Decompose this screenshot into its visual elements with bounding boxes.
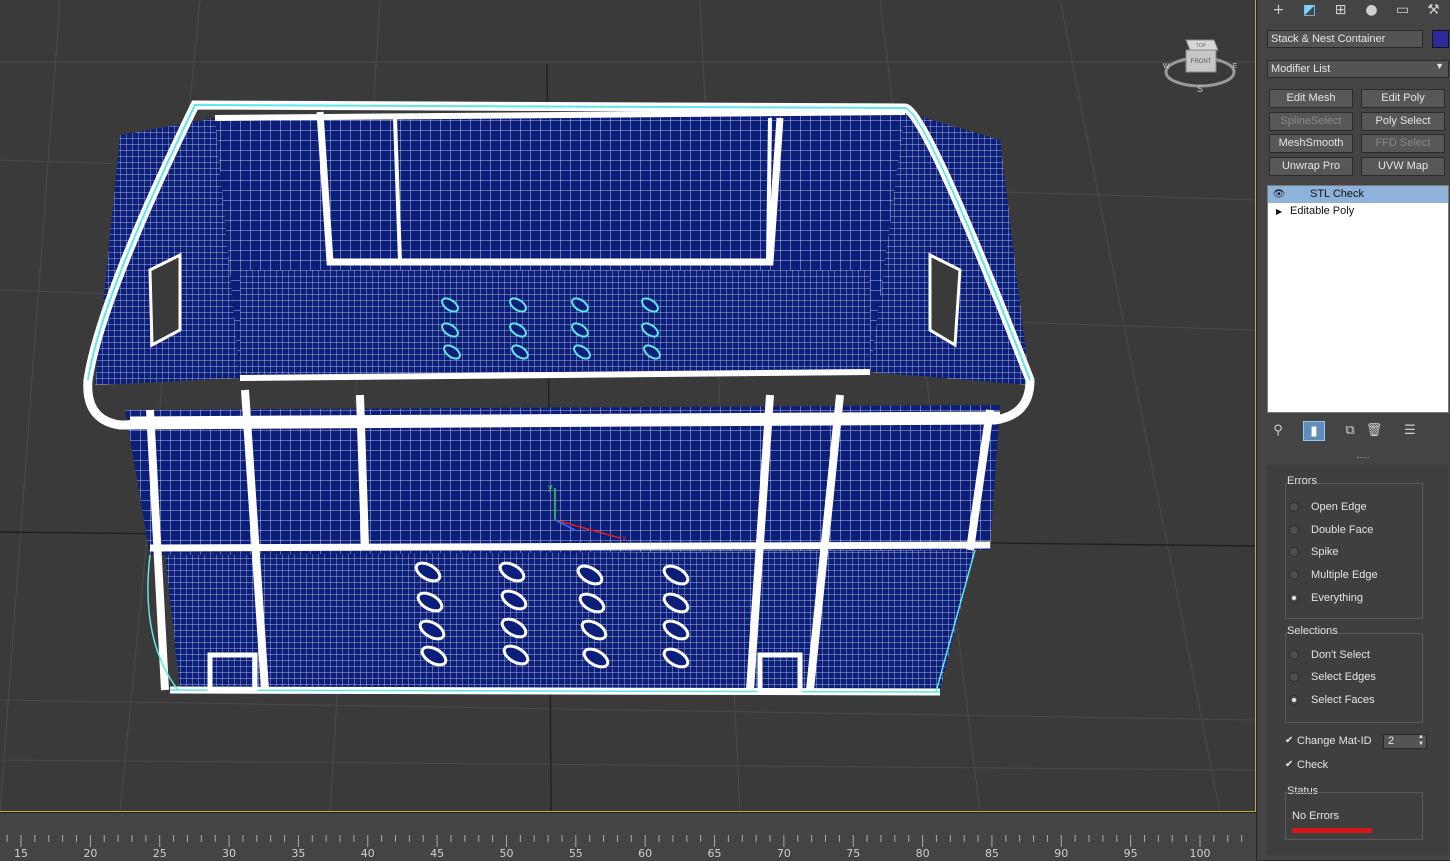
radio-button[interactable] <box>1289 525 1299 535</box>
stack-toolbar: ⚲ ▮ ⧉ 🗑 ☰ <box>1267 420 1449 442</box>
ruler-tick-label: 40 <box>360 847 375 860</box>
radio-button[interactable] <box>1289 695 1299 705</box>
checkmark-icon[interactable]: ✔ <box>1285 760 1295 770</box>
status-text: No Errors <box>1292 810 1340 822</box>
dropdown-arrow-icon: ▼ <box>1435 61 1444 71</box>
modifier-list-dropdown[interactable]: Modifier List ▼ <box>1267 60 1449 78</box>
selections-title: Selections <box>1287 625 1338 637</box>
viewport-scene: y x TOP FRONT W E S <box>0 0 1255 811</box>
viewcube-top-label: TOP <box>1196 43 1207 49</box>
ruler-tick-label: 20 <box>83 847 98 860</box>
radio-button[interactable] <box>1289 672 1299 682</box>
stack-item-label: STL Check <box>1310 188 1365 200</box>
spline-select-button[interactable]: SplineSelect <box>1269 112 1353 131</box>
command-panel-tabs: + ◩ ⊞ ● ▭ ⚒ <box>1263 0 1449 22</box>
spinner-arrows-icon[interactable]: ▲ ▼ <box>1418 734 1424 748</box>
create-icon[interactable]: + <box>1263 0 1294 20</box>
meshsmooth-button[interactable]: MeshSmooth <box>1269 134 1353 153</box>
viewcube-front-label: FRONT <box>1191 59 1212 65</box>
perspective-viewport[interactable]: y x TOP FRONT W E S <box>0 0 1256 812</box>
utilities-icon[interactable]: ⚒ <box>1418 0 1449 20</box>
stack-item-label: Editable Poly <box>1290 205 1355 217</box>
ruler-tick-label: 90 <box>1054 847 1069 860</box>
ruler-tick-label: 25 <box>152 847 167 860</box>
ruler-tick-label: 45 <box>430 847 445 860</box>
ruler-tick-label: 85 <box>984 847 999 860</box>
object-name-field[interactable]: Stack & Nest Container <box>1267 30 1423 48</box>
ruler-tick-label: 55 <box>568 847 583 860</box>
modifier-active-icon[interactable]: ▮ <box>1303 421 1325 441</box>
uvw-map-button[interactable]: UVW Map <box>1361 157 1445 176</box>
ruler-tick-label: 50 <box>499 847 514 860</box>
svg-text:x: x <box>622 533 627 543</box>
ruler-tick-label: 100 <box>1189 847 1211 860</box>
viewcube-east-label: E <box>1233 63 1238 70</box>
ruler-tick-label: 95 <box>1123 847 1138 860</box>
stack-item-editable-poly[interactable]: ▶ Editable Poly <box>1268 203 1448 220</box>
ruler-tick-label: 75 <box>846 847 861 860</box>
make-unique-icon[interactable]: ⧉ <box>1339 421 1361 441</box>
status-bar <box>1292 828 1372 833</box>
modifier-stack[interactable]: 👁 STL Check ▶ Editable Poly <box>1267 185 1449 413</box>
stack-item-stl-check[interactable]: 👁 STL Check <box>1268 186 1448 203</box>
radio-button[interactable] <box>1289 502 1299 512</box>
stl-check-rollout: Errors Open Edge Double Face Spike Multi… <box>1267 465 1449 855</box>
radio-button[interactable] <box>1289 547 1299 557</box>
expand-triangle-icon[interactable]: ▶ <box>1276 203 1282 220</box>
mat-id-value: 2 <box>1388 735 1395 747</box>
viewcube-west-label: W <box>1163 63 1170 70</box>
edit-mesh-button[interactable]: Edit Mesh <box>1269 89 1353 108</box>
ruler-tick-label: 65 <box>707 847 722 860</box>
rollout-grip[interactable] <box>1357 457 1369 461</box>
mat-id-spinner[interactable]: 2 ▲ ▼ <box>1383 734 1427 749</box>
errors-title: Errors <box>1287 475 1317 487</box>
checkmark-icon[interactable]: ✔ <box>1285 736 1295 746</box>
timeline-ruler[interactable]: 15 20 25 30 35 40 45 50 55 60 65 70 75 80 85 90 95 100 <box>0 812 1256 861</box>
modify-icon[interactable]: ◩ <box>1294 0 1325 20</box>
ruler-tick-label: 35 <box>291 847 306 860</box>
configure-icon[interactable]: ☰ <box>1399 421 1421 441</box>
radio-button[interactable] <box>1289 570 1299 580</box>
status-group: No Errors <box>1285 792 1423 840</box>
unwrap-pro-button[interactable]: Unwrap Pro <box>1269 157 1353 176</box>
command-panel: + ◩ ⊞ ● ▭ ⚒ Stack & Nest Container Modif… <box>1256 0 1450 860</box>
ruler-tick-label: 15 <box>14 847 28 860</box>
hierarchy-icon[interactable]: ⊞ <box>1325 0 1356 20</box>
radio-button[interactable] <box>1289 593 1299 603</box>
radio-button[interactable] <box>1289 650 1299 660</box>
ruler-tick-label: 70 <box>776 847 791 860</box>
container-model[interactable] <box>83 100 1035 696</box>
viewcube-south-label: S <box>1197 84 1203 94</box>
pin-icon[interactable]: ⚲ <box>1267 421 1289 441</box>
ffd-select-button[interactable]: FFD Select <box>1361 134 1445 153</box>
delete-icon[interactable]: 🗑 <box>1363 421 1385 441</box>
svg-text:y: y <box>548 482 553 492</box>
ruler-tick-label: 80 <box>915 847 930 860</box>
ruler-tick-label: 60 <box>638 847 653 860</box>
poly-select-button[interactable]: Poly Select <box>1361 112 1445 131</box>
ruler-tick-label: 30 <box>222 847 237 860</box>
viewcube[interactable]: TOP FRONT W E S <box>1163 39 1238 94</box>
display-icon[interactable]: ▭ <box>1387 0 1418 20</box>
modifier-list-label: Modifier List <box>1271 63 1331 75</box>
edit-poly-button[interactable]: Edit Poly <box>1361 89 1445 108</box>
motion-icon[interactable]: ● <box>1356 0 1387 20</box>
eye-icon[interactable]: 👁 <box>1272 186 1286 203</box>
object-color-swatch[interactable] <box>1432 30 1449 48</box>
